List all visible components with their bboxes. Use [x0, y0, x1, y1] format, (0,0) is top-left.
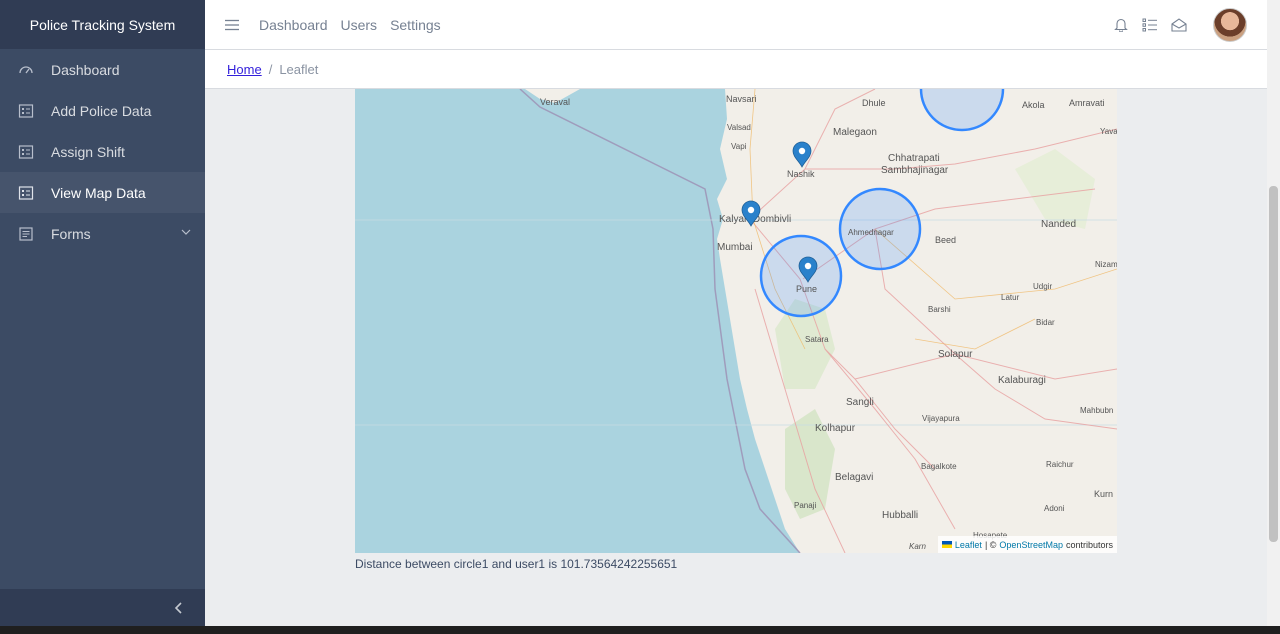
city-label: Akola: [1022, 100, 1045, 110]
city-label: Pune: [796, 284, 817, 294]
city-label: Mahbubn: [1080, 406, 1113, 415]
grid-list-icon: [17, 102, 35, 120]
grid-list-icon: [17, 184, 35, 202]
chevron-down-icon: [181, 229, 191, 235]
geofence-circle[interactable]: [759, 234, 843, 318]
city-label: Nizam: [1095, 260, 1117, 269]
envelope-open-icon[interactable]: [1170, 16, 1188, 34]
map-attribution: Leaflet | © OpenStreetMap contributors: [937, 536, 1117, 553]
speedometer-icon: [17, 61, 35, 79]
city-label: Karn: [909, 542, 926, 551]
ukraine-flag-icon: [941, 541, 952, 548]
breadcrumb-home-link[interactable]: Home: [227, 62, 262, 77]
breadcrumb-separator: /: [268, 61, 273, 77]
city-label: Mumbai: [717, 242, 753, 253]
city-label: Vijayapura: [922, 414, 960, 423]
city-label: Udgir: [1033, 282, 1052, 291]
header-nav-users[interactable]: Users: [341, 17, 378, 33]
list-icon[interactable]: [1141, 16, 1159, 34]
city-label: Valsad: [727, 123, 751, 132]
os-taskbar: [0, 626, 1280, 634]
city-label: Amravati: [1069, 98, 1105, 108]
city-label: Nanded: [1041, 219, 1076, 230]
leaflet-link[interactable]: Leaflet: [955, 540, 982, 550]
city-label: Kolhapur: [815, 423, 856, 434]
city-label: Vapi: [731, 142, 747, 151]
sidebar-item-view-map-data[interactable]: View Map Data: [0, 172, 205, 213]
page-scrollbar[interactable]: [1267, 0, 1280, 626]
city-label: Yava: [1100, 127, 1117, 136]
map-canvas[interactable]: Veraval Navsari Dhule Akola Amravati Mal…: [355, 89, 1117, 553]
city-label: Sangli: [846, 397, 874, 408]
city-label: Nashik: [787, 169, 815, 179]
sidebar-item-label: Forms: [51, 225, 91, 242]
scrollbar-thumb[interactable]: [1269, 186, 1278, 542]
sidebar-item-add-police-data[interactable]: Add Police Data: [0, 90, 205, 131]
sidebar-item-forms[interactable]: Forms: [0, 213, 205, 254]
city-label: Veraval: [540, 97, 570, 107]
city-label: Solapur: [938, 349, 973, 360]
city-label: Navsari: [726, 94, 757, 104]
city-label: Bagalkote: [921, 462, 957, 471]
attribution-separator: | ©: [984, 539, 997, 550]
attribution-contributors: contributors: [1065, 539, 1113, 550]
city-label: Chhatrapati: [888, 153, 940, 164]
app-brand[interactable]: Police Tracking System: [0, 0, 205, 49]
sidebar-item-label: Add Police Data: [51, 102, 152, 119]
breadcrumb-current: Leaflet: [279, 61, 319, 77]
sidebar-item-dashboard[interactable]: Dashboard: [0, 49, 205, 90]
sidebar: Police Tracking System Dashboard Add Pol…: [0, 0, 205, 626]
city-label: Ahmednagar: [848, 228, 894, 237]
notes-icon: [17, 225, 35, 243]
city-label: Bidar: [1036, 318, 1055, 327]
sidebar-item-assign-shift[interactable]: Assign Shift: [0, 131, 205, 172]
openstreetmap-link[interactable]: OpenStreetMap: [999, 540, 1063, 550]
city-label: Beed: [935, 235, 956, 245]
city-label: Hubballi: [882, 510, 918, 521]
breadcrumb: Home / Leaflet: [205, 50, 1267, 89]
grid-list-icon: [17, 143, 35, 161]
chevron-left-icon: [174, 601, 182, 614]
city-label: Sambhajinagar: [881, 165, 949, 176]
city-label: Raichur: [1046, 460, 1074, 469]
header-nav-settings[interactable]: Settings: [390, 17, 441, 33]
sidebar-footer: [0, 589, 205, 626]
top-header: Dashboard Users Settings: [205, 0, 1267, 50]
city-label: Adoni: [1044, 504, 1065, 513]
sidebar-minimize-button[interactable]: [159, 589, 199, 626]
city-label: Latur: [1001, 293, 1020, 302]
city-label: Malegaon: [833, 127, 877, 138]
city-label: Kurn: [1094, 489, 1113, 499]
sidebar-item-label: Dashboard: [51, 61, 120, 78]
bell-icon[interactable]: [1112, 16, 1130, 34]
sidebar-item-label: View Map Data: [51, 184, 146, 201]
city-label: Belagavi: [835, 472, 873, 483]
city-label: Dhule: [862, 98, 886, 108]
city-label: Satara: [805, 335, 829, 344]
leaflet-map[interactable]: Veraval Navsari Dhule Akola Amravati Mal…: [355, 89, 1117, 553]
hamburger-menu-icon[interactable]: [225, 19, 239, 31]
city-label: Barshi: [928, 305, 951, 314]
distance-result-text: Distance between circle1 and user1 is 10…: [355, 557, 678, 571]
city-label: Panaji: [794, 501, 816, 510]
avatar[interactable]: [1213, 7, 1247, 42]
city-label: Kalaburagi: [998, 375, 1046, 386]
header-nav-dashboard[interactable]: Dashboard: [259, 17, 328, 33]
sidebar-item-label: Assign Shift: [51, 143, 125, 160]
